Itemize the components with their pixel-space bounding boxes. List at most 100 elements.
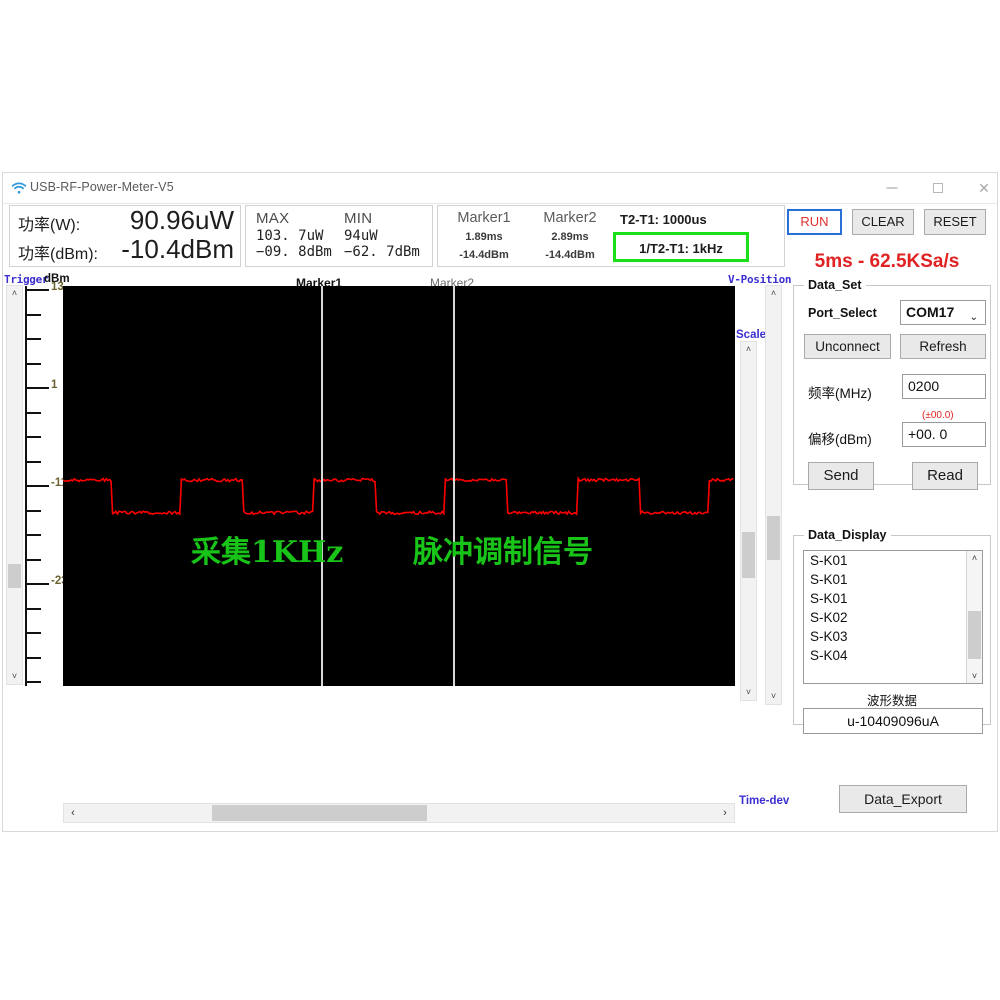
overlay-annotation-1: 采集1KHz (191, 535, 344, 570)
data-display-title: Data_Display (804, 528, 891, 542)
listbox-scroll-thumb[interactable] (968, 611, 981, 659)
axis-tick (25, 681, 41, 683)
trigger-scrollbar[interactable]: ˄ ˅ (6, 285, 23, 685)
min-watt-value: 94uW (344, 228, 378, 244)
trigger-scroll-down-icon[interactable]: ˅ (7, 669, 22, 684)
trigger-scroll-thumb[interactable] (8, 564, 21, 588)
port-select-label: Port_Select (808, 306, 877, 320)
data-set-group: Data_Set Port_Select COM17 ⌄ Unconnect R… (793, 278, 991, 490)
marker2-time: 2.89ms (551, 231, 589, 243)
wifi-icon (11, 182, 27, 194)
close-icon: ✕ (978, 180, 990, 196)
maximize-button[interactable] (915, 173, 961, 203)
marker2-line[interactable] (453, 286, 455, 686)
data-display-listbox[interactable]: S-K01 S-K01 S-K01 S-K02 S-K03 S-K04 ˄ ˅ (803, 550, 983, 684)
reset-button[interactable]: RESET (924, 209, 986, 235)
frequency-input[interactable]: 0200 (902, 374, 986, 399)
overlay-annotation-2: 脉冲调制信号 (413, 535, 593, 570)
minimize-button[interactable] (869, 173, 915, 203)
marker1-label: Marker1 (457, 210, 511, 226)
axis-tick (25, 558, 41, 561)
waveform-data-caption: 波形数据 (866, 694, 917, 708)
scale-scrollbar[interactable]: ˄ ˅ (740, 341, 757, 701)
minimize-icon (886, 187, 898, 189)
axis-tick (25, 362, 41, 365)
marker-delta-frequency: 1/T2-T1: 1kHz (639, 241, 723, 256)
marker-delta-time: T2-T1: 1000us (620, 212, 707, 227)
run-button[interactable]: RUN (787, 209, 842, 235)
power-dbm-label: 功率(dBm): (18, 246, 99, 263)
marker1-time: 1.89ms (465, 231, 503, 243)
time-scrollbar[interactable]: ‹ › (63, 803, 735, 823)
trigger-scroll-up-icon[interactable]: ˄ (7, 286, 22, 301)
scale-scroll-down-icon[interactable]: ˅ (741, 685, 756, 700)
max-dbm-value: −09. 8dBm (256, 244, 332, 260)
list-item[interactable]: S-K04 (804, 646, 982, 665)
marker2-label: Marker2 (543, 210, 597, 226)
maximize-icon (933, 183, 943, 193)
power-readout-panel: 功率(W): 90.96uW 功率(dBm): -10.4dBm (9, 205, 241, 267)
sample-rate-label: 5ms - 62.5KSa/s (814, 251, 960, 272)
time-scroll-left-icon[interactable]: ‹ (65, 804, 81, 822)
data-display-group: Data_Display S-K01 S-K01 S-K01 S-K02 S-K03 S-… (793, 528, 991, 734)
scale-scroll-up-icon[interactable]: ˄ (741, 342, 756, 357)
axis-tick (25, 338, 41, 340)
waveform-trace (63, 476, 734, 516)
power-watt-value: 90.96uW (129, 205, 234, 235)
clear-button[interactable]: CLEAR (852, 209, 914, 235)
max-watt-value: 103. 7uW (256, 228, 324, 244)
vposition-scrollbar[interactable]: ˄ ˅ (765, 285, 782, 705)
frequency-label: 频率(MHz) (808, 386, 872, 401)
list-item[interactable]: S-K02 (804, 608, 982, 627)
time-scroll-thumb[interactable] (212, 805, 427, 821)
axis-tick (25, 289, 49, 291)
waveform-plot[interactable]: 采集1KHz 脉冲调制信号 (63, 286, 735, 686)
close-button[interactable]: ✕ (961, 173, 1000, 203)
refresh-button[interactable]: Refresh (900, 334, 986, 359)
data-set-title: Data_Set (804, 278, 866, 292)
title-bar: USB-RF-Power-Meter-V5 ✕ (3, 173, 997, 204)
unconnect-button[interactable]: Unconnect (804, 334, 891, 359)
power-watt-label: 功率(W): (18, 217, 81, 234)
data-export-button[interactable]: Data_Export (839, 785, 967, 813)
axis-tick (25, 460, 41, 463)
marker1-line[interactable] (321, 286, 323, 686)
maxmin-panel: MAX 103. 7uW −09. 8dBm MIN 94uW −62. 7dB… (245, 205, 433, 267)
power-dbm-value: -10.4dBm (121, 234, 234, 264)
vposition-scroll-thumb[interactable] (767, 516, 780, 560)
axis-tick (25, 632, 41, 634)
data-display-scrollbar[interactable]: ˄ ˅ (966, 551, 982, 683)
vposition-scroll-up-icon[interactable]: ˄ (766, 286, 781, 301)
time-scroll-right-icon[interactable]: › (717, 804, 733, 822)
marker1-power: -14.4dBm (459, 249, 509, 261)
offset-label: 偏移(dBm) (808, 432, 872, 447)
axis-tick (25, 411, 41, 414)
offset-tolerance-label: (±00.0) (922, 410, 954, 421)
axis-tick-label: 13 (51, 281, 64, 293)
axis-tick (25, 485, 49, 487)
marker2-column: Marker2 2.89ms -14.4dBm (530, 210, 610, 261)
app-window: USB-RF-Power-Meter-V5 ✕ 功率(W): 90.96uW 功… (2, 172, 998, 832)
min-dbm-value: −62. 7dBm (344, 244, 420, 260)
axis-tick (25, 509, 41, 512)
offset-input[interactable]: +00. 0 (902, 422, 986, 447)
min-column: MIN 94uW −62. 7dBm (344, 210, 420, 260)
list-item[interactable]: S-K01 (804, 589, 982, 608)
read-button[interactable]: Read (912, 462, 978, 490)
min-label: MIN (344, 210, 373, 227)
listbox-scroll-up-icon[interactable]: ˄ (967, 551, 982, 565)
listbox-scroll-down-icon[interactable]: ˅ (967, 669, 982, 683)
list-item[interactable]: S-K01 (804, 570, 982, 589)
window-title: USB-RF-Power-Meter-V5 (30, 180, 174, 194)
send-button[interactable]: Send (808, 462, 874, 490)
list-item[interactable]: S-K01 (804, 551, 982, 570)
scale-scroll-thumb[interactable] (742, 532, 755, 578)
marker-delta-frequency-highlight: 1/T2-T1: 1kHz (613, 232, 749, 262)
axis-tick (25, 656, 41, 659)
axis-tick (25, 607, 41, 610)
marker2-power: -14.4dBm (545, 249, 595, 261)
vposition-scroll-down-icon[interactable]: ˅ (766, 689, 781, 704)
port-select-dropdown[interactable]: COM17 ⌄ (900, 300, 986, 325)
list-item[interactable]: S-K03 (804, 627, 982, 646)
chevron-down-icon: ⌄ (969, 312, 978, 323)
